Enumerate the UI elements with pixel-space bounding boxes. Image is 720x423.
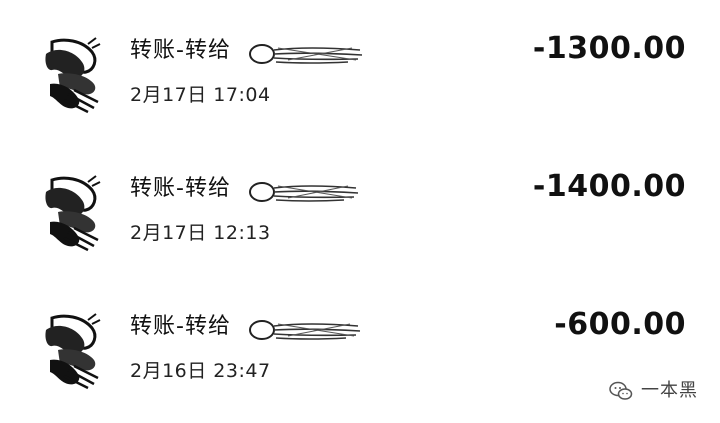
transaction-amount: -1400.00 — [532, 169, 686, 204]
transaction-amount: -1300.00 — [532, 31, 686, 66]
bird-avatar-icon — [38, 34, 104, 114]
watermark-text: 一本黑 — [641, 380, 698, 401]
transaction-time: 2月17日 17:04 — [130, 84, 271, 106]
transaction-amount: -600.00 — [554, 307, 686, 342]
redacted-recipient — [248, 318, 366, 342]
bird-avatar-icon — [38, 172, 104, 252]
watermark: 一本黑 — [609, 379, 698, 403]
redacted-recipient — [248, 180, 366, 204]
wechat-icon — [609, 381, 633, 400]
redacted-recipient — [248, 42, 366, 66]
transaction-title: 转账-转给 — [130, 314, 231, 339]
bird-avatar-icon — [38, 310, 104, 390]
transaction-row[interactable]: 转账-转给 2月17日 12:13 -1400.00 — [0, 150, 720, 260]
transaction-time: 2月16日 23:47 — [130, 360, 271, 382]
transaction-list: 转账-转给 2月17日 17:04 -1300.00 转账-转给 2月17日 1… — [0, 0, 720, 423]
transaction-title: 转账-转给 — [130, 176, 231, 201]
transaction-title: 转账-转给 — [130, 38, 231, 63]
transaction-row[interactable]: 转账-转给 2月17日 17:04 -1300.00 — [0, 12, 720, 122]
transaction-time: 2月17日 12:13 — [130, 222, 271, 244]
